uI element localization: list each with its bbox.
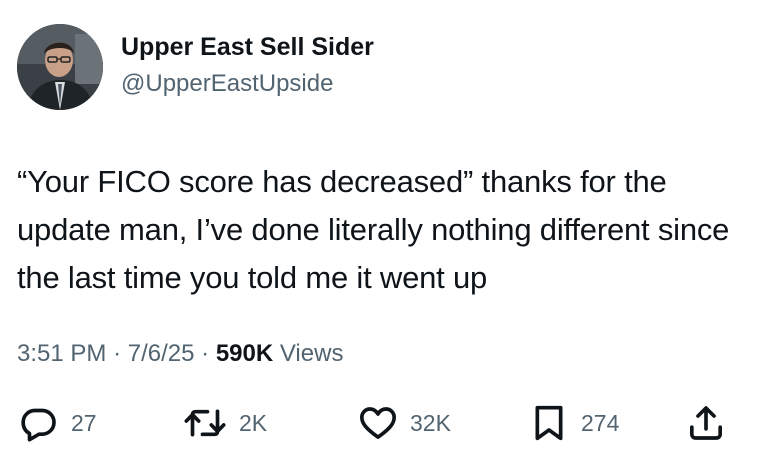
meta-separator: · <box>113 340 122 367</box>
user-handle[interactable]: @UpperEastUpside <box>121 70 333 98</box>
avatar[interactable] <box>17 24 103 110</box>
bookmark-button[interactable]: 274 <box>529 400 619 446</box>
like-button[interactable]: 32K <box>358 400 451 446</box>
reply-icon <box>19 403 59 443</box>
views-count: 590K <box>215 340 274 367</box>
retweet-button[interactable]: 2K <box>183 400 267 446</box>
tweet-date[interactable]: 7/6/25 <box>128 340 195 367</box>
tweet-time[interactable]: 3:51 PM <box>17 340 106 367</box>
tweet-meta: 3:51 PM · 7/6/25 · 590K Views <box>17 340 343 368</box>
bookmark-icon <box>529 403 569 443</box>
share-button[interactable] <box>686 400 726 446</box>
share-icon <box>686 403 726 443</box>
retweet-count: 2K <box>239 409 268 436</box>
reply-button[interactable]: 27 <box>19 400 97 446</box>
tweet-card: Upper East Sell Sider @UpperEastUpside “… <box>0 0 760 476</box>
views-label: Views <box>279 340 344 367</box>
reply-count: 27 <box>71 409 97 436</box>
like-count: 32K <box>410 409 451 436</box>
tweet-text: “Your FICO score has decreased” thanks f… <box>17 164 730 295</box>
heart-icon <box>358 403 398 443</box>
display-name[interactable]: Upper East Sell Sider <box>121 33 374 62</box>
meta-separator: · <box>201 340 210 367</box>
action-bar: 27 2K 32K 274 <box>0 400 760 450</box>
bookmark-count: 274 <box>581 409 620 436</box>
retweet-icon <box>183 403 227 443</box>
